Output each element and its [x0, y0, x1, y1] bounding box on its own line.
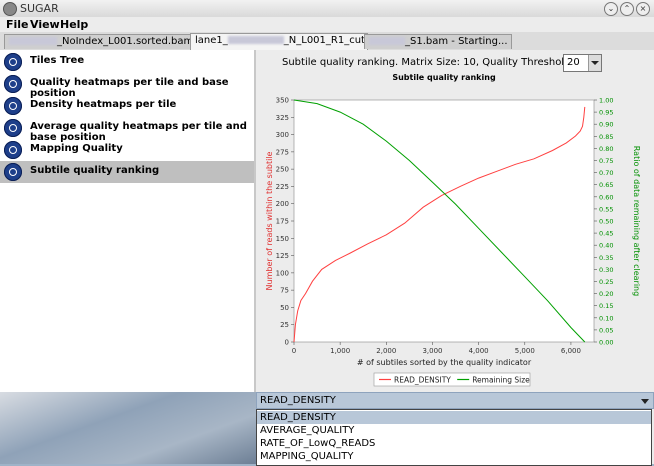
- controls-row: Subtile quality ranking. Matrix Size: 10…: [256, 54, 654, 72]
- y2-axis-label: Ratio of data remaining after clearing: [632, 146, 641, 296]
- desktop-background: [0, 392, 256, 464]
- y-tick-label: 150: [276, 235, 289, 243]
- y2-tick-label: 0.00: [599, 339, 613, 347]
- plot-area: [293, 99, 595, 343]
- y-tick-label: 0: [285, 339, 289, 347]
- y-tick-label: 275: [276, 148, 289, 156]
- minimize-button[interactable]: ⌄: [604, 2, 618, 16]
- circle-icon: [4, 119, 22, 137]
- circle-icon: [4, 97, 22, 115]
- app-icon: [3, 2, 17, 16]
- y-tick-label: 300: [276, 131, 289, 139]
- legend-entry: READ_DENSITY: [394, 376, 451, 385]
- circle-icon: [4, 163, 22, 181]
- tab-starting-bam[interactable]: _S1.bam - Starting...: [364, 34, 512, 49]
- x-tick-label: 0: [292, 347, 296, 355]
- chart-panel: Subtile quality ranking. Matrix Size: 10…: [256, 50, 654, 466]
- legend-entry: Remaining Size: [472, 376, 530, 385]
- circle-icon: [4, 75, 22, 93]
- y-axis-label: Number of reads within the subtile: [265, 151, 274, 290]
- y2-tick-label: 0.35: [599, 254, 613, 262]
- y2-tick-label: 0.85: [599, 133, 613, 141]
- window-title: SUGAR: [20, 2, 59, 15]
- x-axis-label: # of subtiles sorted by the quality indi…: [357, 358, 532, 367]
- y2-tick-label: 0.25: [599, 278, 613, 286]
- x-tick-label: 2,000: [376, 347, 396, 355]
- y-tick-label: 250: [276, 166, 289, 174]
- y2-tick-label: 0.50: [599, 218, 613, 226]
- x-tick-label: 3,000: [422, 347, 442, 355]
- redacted-text: [9, 37, 57, 45]
- y2-tick-label: 0.45: [599, 230, 613, 238]
- y2-tick-label: 0.75: [599, 157, 613, 165]
- y2-tick-label: 0.95: [599, 109, 613, 117]
- x-tick-label: 6,000: [561, 347, 581, 355]
- tab-cut-fq[interactable]: lane1__N_L001_R1_cut.fq: [190, 33, 368, 50]
- y-tick-label: 325: [276, 114, 289, 122]
- y-tick-label: 25: [280, 321, 289, 329]
- chevron-down-icon: [641, 399, 649, 404]
- y2-tick-label: 0.40: [599, 242, 613, 250]
- circle-icon: [4, 141, 22, 159]
- menu-view[interactable]: View: [30, 18, 60, 31]
- y2-tick-label: 0.30: [599, 266, 613, 274]
- nav-item-mapping-quality[interactable]: Mapping Quality: [0, 139, 254, 161]
- y2-tick-label: 0.55: [599, 205, 613, 213]
- y-tick-label: 225: [276, 183, 289, 191]
- title-bar: SUGAR ⌄ ⌃ ×: [0, 0, 654, 18]
- option-rate-of-lowq-reads[interactable]: RATE_OF_LowQ_READS: [257, 437, 651, 450]
- y2-tick-label: 0.10: [599, 314, 613, 322]
- chart-svg: Subtile quality ranking 0 1,000 2,000 3,000 4…: [265, 73, 641, 387]
- nav-item-tiles-tree[interactable]: Tiles Tree: [0, 51, 254, 73]
- circle-icon: [4, 53, 22, 71]
- tab-sorted-bam[interactable]: _NoIndex_L001.sorted.bam: [4, 34, 192, 49]
- y-tick-label: 200: [276, 200, 289, 208]
- chart-area: Subtile quality ranking 0 1,000 2,000 3,000 4…: [256, 72, 654, 392]
- chevron-down-icon: [588, 55, 601, 71]
- y-tick-label: 175: [276, 218, 289, 226]
- maximize-button[interactable]: ⌃: [620, 2, 634, 16]
- y2-tick-label: 0.15: [599, 302, 613, 310]
- x-tick-label: 1,000: [330, 347, 350, 355]
- y2-tick-label: 0.80: [599, 145, 613, 153]
- y2-tick-label: 0.90: [599, 121, 613, 129]
- nav-item-density-heatmaps[interactable]: Density heatmaps per tile: [0, 95, 254, 117]
- nav-item-average-quality-heatmaps[interactable]: Average quality heatmaps per tile and ba…: [0, 117, 254, 143]
- redacted-text: [227, 36, 284, 44]
- y-tick-label: 75: [280, 287, 289, 295]
- y2-tick-label: 0.65: [599, 181, 613, 189]
- x-tick-label: 4,000: [469, 347, 489, 355]
- y-tick-label: 100: [276, 269, 289, 277]
- metric-select[interactable]: READ_DENSITY: [256, 392, 654, 409]
- y2-tick-label: 0.60: [599, 193, 613, 201]
- y-tick-label: 125: [276, 252, 289, 260]
- tab-strip: _NoIndex_L001.sorted.bam lane1_ _N_L001_R…: [0, 32, 654, 51]
- y2-tick-label: 1.00: [599, 97, 613, 105]
- menu-bar: File View Help: [0, 17, 654, 32]
- chart-title: Subtile quality ranking: [392, 73, 496, 82]
- option-mapping-quality[interactable]: MAPPING_QUALITY: [257, 450, 651, 463]
- y2-tick-label: 0.20: [599, 290, 613, 298]
- nav-item-quality-heatmaps[interactable]: Quality heatmaps per tile and base posit…: [0, 73, 254, 99]
- y2-tick-label: 0.05: [599, 326, 613, 334]
- x-tick-label: 5,000: [515, 347, 535, 355]
- y-tick-label: 50: [280, 304, 289, 312]
- metric-options-list: READ_DENSITY AVERAGE_QUALITY RATE_OF_Low…: [256, 409, 652, 466]
- redacted-text: [369, 37, 405, 45]
- y2-tick-label: 0.70: [599, 169, 613, 177]
- option-read-density[interactable]: READ_DENSITY: [257, 411, 651, 424]
- close-button[interactable]: ×: [636, 2, 650, 16]
- quality-threshold-select[interactable]: 20: [563, 54, 602, 72]
- y-tick-label: 350: [276, 97, 289, 105]
- menu-help[interactable]: Help: [60, 18, 88, 31]
- menu-file[interactable]: File: [6, 18, 29, 31]
- controls-label: Subtile quality ranking. Matrix Size: 10…: [282, 57, 574, 68]
- option-average-quality[interactable]: AVERAGE_QUALITY: [257, 424, 651, 437]
- nav-item-subtile-quality-ranking[interactable]: Subtile quality ranking: [0, 161, 254, 183]
